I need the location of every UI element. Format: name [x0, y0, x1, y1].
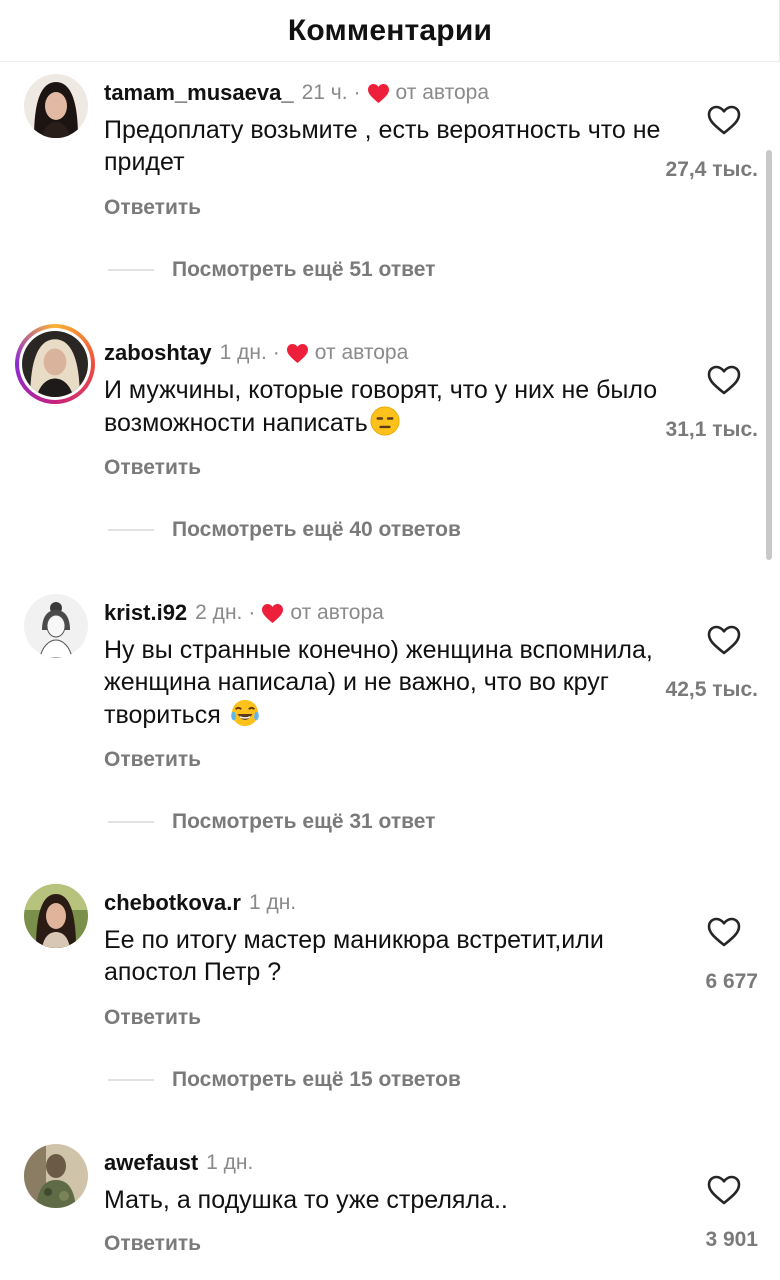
divider-line: [108, 1079, 154, 1081]
like-count: 3 901: [705, 1228, 758, 1251]
view-more-replies-label: Посмотреть ещё 51 ответ: [172, 258, 436, 281]
comment-username[interactable]: tamam_musaeva_: [104, 80, 294, 106]
reply-button[interactable]: Ответить: [104, 1006, 201, 1030]
author-liked-heart-icon: [286, 343, 308, 363]
view-more-replies[interactable]: Посмотреть ещё 15 ответов: [108, 1068, 461, 1092]
comment-text-content: Предоплату возьмите , есть вероятность ч…: [104, 116, 661, 176]
view-more-replies-label: Посмотреть ещё 31 ответ: [172, 810, 436, 833]
comment-username[interactable]: krist.i92: [104, 600, 187, 626]
reply-button[interactable]: Ответить: [104, 456, 201, 480]
page-title: Комментарии: [287, 13, 493, 47]
like-count: 42,5 тыс.: [665, 678, 758, 701]
author-label: от автора: [395, 81, 490, 104]
like-heart-icon[interactable]: [706, 1174, 742, 1206]
comment-text: Ну вы странные конечно) женщина вспомнил…: [104, 634, 669, 731]
view-more-replies-label: Посмотреть ещё 40 ответов: [172, 518, 461, 541]
like-heart-icon[interactable]: [706, 916, 742, 948]
avatar[interactable]: [24, 74, 88, 138]
like-count: 31,1 тыс.: [665, 418, 758, 441]
like-heart-icon[interactable]: [706, 624, 742, 656]
comment-username[interactable]: chebotkova.r: [104, 890, 241, 916]
comment-username[interactable]: zaboshtay: [104, 340, 212, 366]
avatar[interactable]: [24, 594, 88, 658]
like-heart-icon[interactable]: [706, 104, 742, 136]
like-count: 6 677: [705, 970, 758, 993]
comment-text: Предоплату возьмите , есть вероятность ч…: [104, 114, 669, 178]
divider-line: [108, 529, 154, 531]
comment-text-content: Мать, а подушка то уже стреляла..: [104, 1186, 508, 1214]
comment-text: Ее по итогу мастер маникюра встретит,или…: [104, 924, 669, 988]
separator-dot: ·: [353, 81, 361, 104]
author-liked-heart-icon: [262, 603, 284, 623]
author-label: от автора: [314, 341, 409, 364]
reply-button[interactable]: Ответить: [104, 748, 201, 772]
separator-dot: ·: [248, 601, 256, 624]
comment-time: 2 дн.: [195, 601, 243, 624]
divider-line: [108, 821, 154, 823]
comment-text-content: Ее по итогу мастер маникюра встретит,или…: [104, 926, 604, 986]
divider-line: [108, 269, 154, 271]
avatar-woman-sketch-icon: [24, 594, 88, 658]
avatar-woman-blonde-icon: [22, 331, 88, 397]
separator-dot: ·: [272, 341, 280, 364]
tears-of-joy-face-icon: [230, 699, 259, 727]
comment-username[interactable]: awefaust: [104, 1150, 198, 1176]
comment-text: И мужчины, которые говорят, что у них не…: [104, 374, 669, 439]
view-more-replies[interactable]: Посмотреть ещё 31 ответ: [108, 810, 435, 834]
comment-time: 1 дн.: [206, 1151, 254, 1174]
author-liked-heart-icon: [367, 83, 389, 103]
avatar[interactable]: [24, 884, 88, 948]
comment-time: 21 ч.: [301, 81, 348, 104]
avatar-woman-dark-hair-icon: [24, 74, 88, 138]
comment-text: Мать, а подушка то уже стреляла..: [104, 1184, 669, 1216]
avatar[interactable]: [24, 1144, 88, 1208]
view-more-replies-label: Посмотреть ещё 15 ответов: [172, 1068, 461, 1091]
reply-button[interactable]: Ответить: [104, 196, 201, 220]
avatar-woman-green-background-icon: [24, 884, 88, 948]
avatar-man-camouflage-icon: [24, 1144, 88, 1208]
expressionless-face-icon: [370, 406, 400, 436]
comment-time: 1 дн.: [219, 341, 267, 364]
view-more-replies[interactable]: Посмотреть ещё 40 ответов: [108, 518, 461, 542]
view-more-replies[interactable]: Посмотреть ещё 51 ответ: [108, 258, 435, 282]
comments-header: Комментарии: [0, 0, 780, 62]
reply-button[interactable]: Ответить: [104, 1232, 201, 1256]
comment-time: 1 дн.: [248, 891, 297, 914]
scrollbar[interactable]: [766, 150, 772, 560]
like-count: 27,4 тыс.: [665, 158, 758, 181]
avatar[interactable]: [15, 324, 95, 404]
author-label: от автора: [290, 601, 384, 624]
comment-text-content: Ну вы странные конечно) женщина вспомнил…: [104, 636, 653, 729]
like-heart-icon[interactable]: [706, 364, 742, 396]
